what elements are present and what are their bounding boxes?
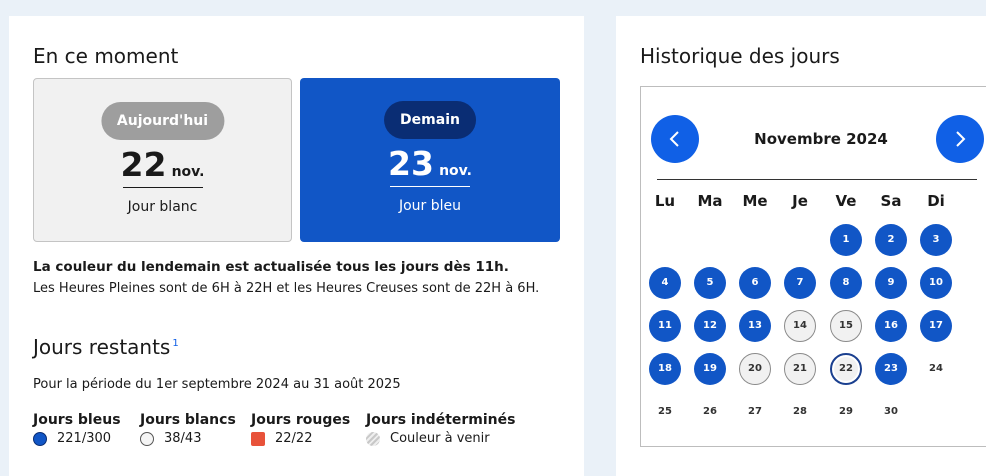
today-divider bbox=[122, 187, 203, 188]
hours-note: Les Heures Pleines sont de 6H à 22H et l… bbox=[33, 281, 540, 296]
calendar-day-20[interactable]: 20 bbox=[739, 353, 771, 385]
calendar-day-21[interactable]: 21 bbox=[784, 353, 816, 385]
calendar-day-17[interactable]: 17 bbox=[920, 310, 952, 342]
weekday-lu: Lu bbox=[654, 192, 676, 210]
legend-red-title: Jours rouges bbox=[251, 412, 351, 428]
calendar-day-26: 26 bbox=[703, 406, 717, 417]
tomorrow-month: nov. bbox=[439, 163, 472, 179]
calendar-day-30: 30 bbox=[884, 406, 898, 417]
today-badge: Aujourd'hui bbox=[100, 102, 225, 140]
chevron-right-icon bbox=[956, 131, 966, 147]
calendar-day-11[interactable]: 11 bbox=[649, 310, 681, 342]
calendar-day-12[interactable]: 12 bbox=[694, 310, 726, 342]
calendar-day-5[interactable]: 5 bbox=[694, 267, 726, 299]
calendar-day-3[interactable]: 3 bbox=[920, 224, 952, 256]
legend-blue-value: 221/300 bbox=[57, 431, 112, 446]
blue-swatch-icon bbox=[33, 431, 47, 446]
calendar-day-4[interactable]: 4 bbox=[649, 267, 681, 299]
calendar-day-27: 27 bbox=[748, 406, 762, 417]
update-note: La couleur du lendemain est actualisée t… bbox=[33, 259, 509, 275]
prev-month-button[interactable] bbox=[651, 115, 699, 163]
remaining-days-title: Jours restants 1 bbox=[33, 335, 179, 359]
calendar-day-13[interactable]: 13 bbox=[739, 310, 771, 342]
white-swatch-icon bbox=[140, 431, 154, 446]
month-label: Novembre 2024 bbox=[754, 130, 888, 148]
next-month-button[interactable] bbox=[936, 115, 984, 163]
calendar-day-24: 24 bbox=[929, 363, 943, 374]
legend-undetermined: Jours indéterminés Couleur à venir bbox=[366, 412, 515, 446]
today-card: Aujourd'hui 22 nov. Jour blanc bbox=[33, 78, 292, 242]
tomorrow-badge: Demain bbox=[384, 101, 476, 139]
weekday-ve: Ve bbox=[835, 192, 857, 210]
today-date: 22 nov. bbox=[34, 145, 291, 184]
tomorrow-color-label: Jour bleu bbox=[398, 198, 462, 214]
calendar-day-23[interactable]: 23 bbox=[875, 353, 907, 385]
calendar-day-16[interactable]: 16 bbox=[875, 310, 907, 342]
tomorrow-date: 23 nov. bbox=[300, 144, 560, 183]
calendar-day-22[interactable]: 22 bbox=[830, 353, 862, 385]
calendar-day-25: 25 bbox=[658, 406, 672, 417]
tomorrow-divider bbox=[390, 186, 470, 187]
legend-blue: Jours bleus 221/300 bbox=[33, 412, 121, 446]
tomorrow-day-number: 23 bbox=[388, 144, 434, 183]
undetermined-swatch-icon bbox=[366, 431, 380, 446]
calendar-day-18[interactable]: 18 bbox=[649, 353, 681, 385]
legend-undetermined-title: Jours indéterminés bbox=[366, 412, 516, 428]
calendar-day-19[interactable]: 19 bbox=[694, 353, 726, 385]
legend-undetermined-value: Couleur à venir bbox=[390, 431, 490, 446]
chevron-left-icon bbox=[669, 131, 679, 147]
calendar-day-7[interactable]: 7 bbox=[784, 267, 816, 299]
legend-white-title: Jours blancs bbox=[140, 412, 236, 428]
legend-red: Jours rouges 22/22 bbox=[251, 412, 350, 446]
calendar-day-14[interactable]: 14 bbox=[784, 310, 816, 342]
calendar-day-9[interactable]: 9 bbox=[875, 267, 907, 299]
red-swatch-icon bbox=[251, 431, 265, 446]
calendar-day-6[interactable]: 6 bbox=[739, 267, 771, 299]
calendar-day-8[interactable]: 8 bbox=[830, 267, 862, 299]
weekday-di: Di bbox=[927, 192, 945, 210]
today-color-label: Jour blanc bbox=[127, 199, 198, 215]
weekday-sa: Sa bbox=[880, 192, 902, 210]
calendar-day-10[interactable]: 10 bbox=[920, 267, 952, 299]
section-title-now: En ce moment bbox=[33, 44, 179, 68]
weekday-je: Je bbox=[792, 192, 808, 210]
calendar-day-2[interactable]: 2 bbox=[875, 224, 907, 256]
current-status-panel: En ce moment Aujourd'hui 22 nov. Jour bl… bbox=[9, 16, 584, 476]
calendar-day-1[interactable]: 1 bbox=[830, 224, 862, 256]
calendar: Novembre 2024 Lu Ma Me Je Ve Sa Di 1 2 3 4 5 6 7 8 9 10… bbox=[640, 86, 986, 447]
history-panel: Historique des jours Novembre 2024 Lu Ma M… bbox=[616, 16, 986, 476]
section-title-history: Historique des jours bbox=[640, 44, 840, 68]
legend-white: Jours blancs 38/43 bbox=[140, 412, 236, 446]
today-month: nov. bbox=[171, 164, 205, 180]
weekday-me: Me bbox=[742, 192, 768, 210]
calendar-day-15[interactable]: 15 bbox=[830, 310, 862, 342]
remaining-days-title-text: Jours restants bbox=[33, 335, 171, 359]
footnote-link[interactable]: 1 bbox=[172, 338, 178, 349]
calendar-day-28: 28 bbox=[793, 406, 807, 417]
today-day-number: 22 bbox=[120, 145, 167, 184]
calendar-day-29: 29 bbox=[839, 406, 853, 417]
legend-blue-title: Jours bleus bbox=[33, 412, 121, 428]
calendar-divider bbox=[657, 179, 977, 180]
legend-red-value: 22/22 bbox=[275, 431, 313, 446]
weekday-ma: Ma bbox=[697, 192, 723, 210]
period-text: Pour la période du 1er septembre 2024 au… bbox=[33, 377, 401, 392]
legend-white-value: 38/43 bbox=[164, 431, 202, 446]
tomorrow-card: Demain 23 nov. Jour bleu bbox=[300, 78, 560, 242]
